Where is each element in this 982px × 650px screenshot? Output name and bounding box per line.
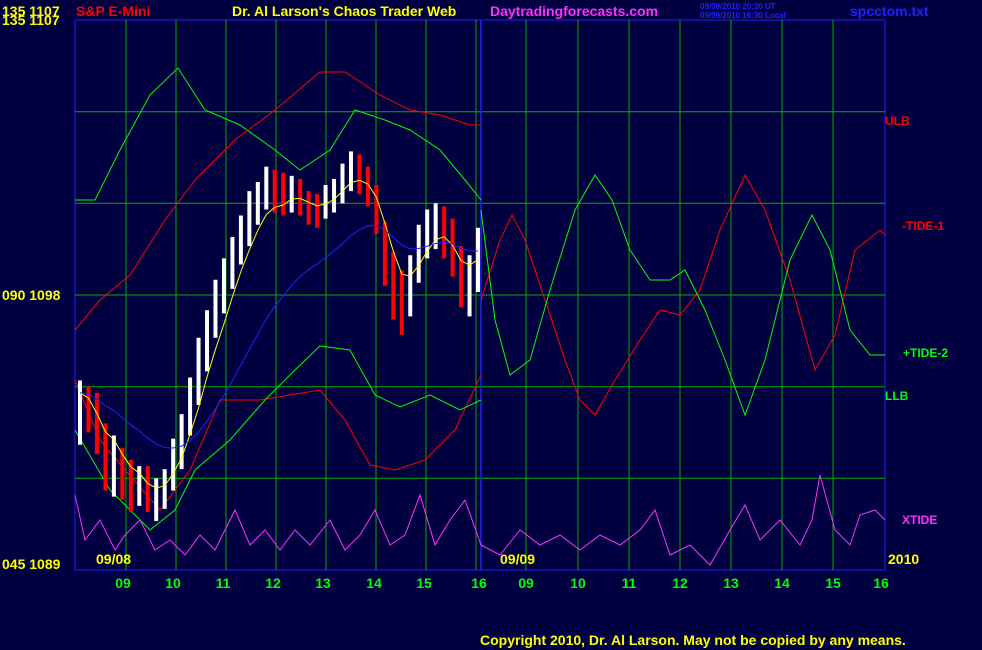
x-tick-label: 13	[315, 575, 331, 591]
date-label: 09/09	[500, 551, 535, 567]
x-tick-label: 10	[570, 575, 586, 591]
series-label-tide1: -TIDE-1	[902, 219, 944, 233]
x-tick-label: 16	[873, 575, 889, 591]
x-tick-label: 11	[216, 575, 231, 591]
upper-green-band	[75, 67, 482, 201]
series-label-llb: LLB	[885, 389, 909, 403]
time-local: 09/09/2010 16:30 Local	[700, 11, 786, 20]
y-axis-label: 045 1089	[2, 556, 61, 572]
date-label: 09/08	[96, 551, 131, 567]
xtide-line	[74, 474, 886, 566]
time-ut: 09/09/2010 20:30 UT	[700, 2, 776, 11]
x-tick-label: 15	[416, 575, 432, 591]
x-tick-label: 12	[265, 575, 281, 591]
x-tick-label: 15	[825, 575, 841, 591]
series-label-ulb: ULB	[885, 114, 910, 128]
series-label-tide2: +TIDE-2	[903, 346, 948, 360]
x-tick-label: 12	[672, 575, 688, 591]
ulb-band	[74, 71, 481, 331]
x-tick-label: 16	[471, 575, 487, 591]
x-tick-label: 13	[723, 575, 739, 591]
instrument-name: S&P E-Mini	[76, 3, 151, 19]
series-label-xtide: XTIDE	[902, 513, 937, 527]
data-filename: spcctom.txt	[850, 3, 929, 19]
lower-red-band	[74, 374, 482, 511]
y-axis-label: 090 1098	[2, 287, 61, 303]
x-tick-label: 14	[774, 575, 790, 591]
x-tick-label: 14	[366, 575, 382, 591]
x-tick-label: 09	[115, 575, 131, 591]
chart-canvas: 135 1107090 1098045 108909 10 11 12 13 14 15 16…	[2, 12, 948, 591]
x-tick-label: 10	[165, 575, 181, 591]
llb-band	[74, 345, 482, 531]
year-label: 2010	[888, 551, 919, 567]
copyright-notice: Copyright 2010, Dr. Al Larson. May not b…	[480, 632, 906, 648]
x-tick-label: 09	[518, 575, 534, 591]
x-tick-label: 11	[622, 575, 637, 591]
chart-title: Dr. Al Larson's Chaos Trader Web	[232, 3, 457, 19]
y-label-top: 135 1107	[2, 3, 60, 19]
site-link[interactable]: Daytradingforecasts.com	[490, 3, 658, 19]
